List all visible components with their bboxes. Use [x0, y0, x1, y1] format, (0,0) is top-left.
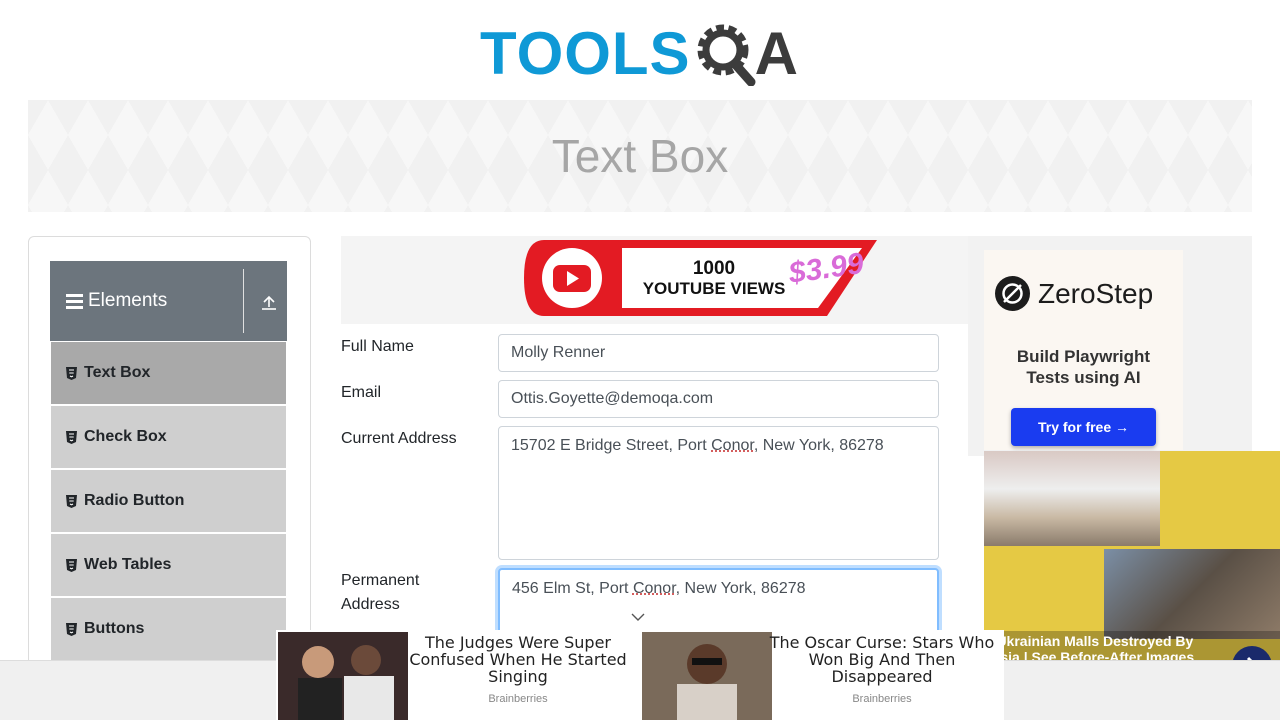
youtube-views-ad[interactable]: 1000 YOUTUBE VIEWS $3.99: [341, 236, 969, 324]
sidebar-item-label: Check Box: [84, 428, 167, 445]
try-for-free-button[interactable]: Try for free →: [1011, 408, 1156, 446]
zerostep-logo: ZeroStep: [995, 276, 1153, 311]
malls-ad[interactable]: g Ukrainian Malls Destroyed By ussia | S…: [984, 451, 1280, 665]
permanent-address-text-end: , New York, 86278: [675, 580, 806, 597]
logo-text-tools: TOOLS: [480, 20, 691, 87]
zerostep-card: ZeroStep Build Playwright Tests using AI…: [984, 250, 1183, 450]
zerostep-brand: ZeroStep: [1038, 277, 1154, 309]
email-label: Email: [341, 384, 382, 401]
elements-group-header[interactable]: Elements: [50, 261, 287, 341]
hamburger-icon: [66, 293, 83, 309]
bottom-ad-source-2: Brainberries: [852, 693, 912, 705]
permanent-address-label: Permanent Address: [341, 569, 419, 617]
full-name-label: Full Name: [341, 338, 414, 355]
sidebar-item-check-box[interactable]: Check Box: [51, 406, 286, 468]
zerostep-tagline: Build Playwright Tests using AI: [984, 346, 1183, 388]
gear-magnifier-icon: [697, 24, 756, 86]
bottom-ad[interactable]: The Judges Were Super Confused When He S…: [276, 630, 1004, 720]
header-divider: [243, 269, 244, 333]
youtube-views-ad-graphic: 1000 YOUTUBE VIEWS $3.99: [524, 240, 877, 316]
page: TOOLS A Text Box Elements Text Box Check…: [0, 0, 1280, 720]
yt-ad-line2: YOUTUBE VIEWS: [643, 279, 786, 298]
permanent-address-label-line2: Address: [341, 596, 400, 613]
sidebar-item-text-box[interactable]: Text Box: [51, 342, 286, 404]
page-title: Text Box: [551, 130, 729, 182]
left-sidebar: Elements Text Box Check Box Radio Button…: [28, 236, 311, 720]
permanent-address-label-line1: Permanent: [341, 572, 420, 589]
group-title: Elements: [88, 290, 168, 311]
sidebar-item-buttons[interactable]: Buttons: [51, 598, 286, 660]
html5-icon: [66, 558, 77, 572]
mall-after-image: [1104, 549, 1280, 639]
sidebar-item-label: Buttons: [84, 620, 145, 637]
oscar-ad-image: [642, 632, 772, 720]
html5-icon: [66, 430, 77, 444]
zerostep-tagline-line2: Tests using AI: [1026, 368, 1141, 387]
zerostep-ad[interactable]: ZeroStep Build Playwright Tests using AI…: [968, 236, 1252, 456]
judges-ad-image: [278, 632, 408, 720]
chevron-down-icon[interactable]: [631, 612, 645, 622]
current-address-text-end: , New York, 86278: [753, 437, 884, 454]
html5-icon: [66, 366, 77, 380]
zerostep-logo-icon: [995, 276, 1030, 311]
zerostep-tagline-line1: Build Playwright: [1016, 347, 1151, 366]
email-input[interactable]: Ottis.Goyette@demoqa.com: [498, 380, 939, 418]
html5-icon: [66, 622, 77, 636]
full-name-input[interactable]: Molly Renner: [498, 334, 939, 372]
sidebar-item-label: Radio Button: [84, 492, 185, 509]
sidebar-item-web-tables[interactable]: Web Tables: [51, 534, 286, 596]
spellcheck-word: Conor: [632, 580, 676, 597]
yt-ad-line1: 1000: [693, 258, 735, 279]
permanent-address-text-start: 456 Elm St, Port: [512, 580, 633, 597]
bottom-ad-title-2[interactable]: The Oscar Curse: Stars Who Won Big And T…: [766, 634, 998, 685]
page-banner: Text Box: [28, 100, 1252, 212]
current-address-text-start: 15702 E Bridge Street, Port: [511, 437, 712, 454]
sidebar-item-label: Text Box: [84, 364, 151, 381]
current-address-label: Current Address: [341, 430, 457, 447]
toolsqa-logo[interactable]: TOOLS A: [480, 14, 805, 94]
sidebar-item-radio-button[interactable]: Radio Button: [51, 470, 286, 532]
mall-before-image: [984, 451, 1160, 546]
bottom-ad-source-1: Brainberries: [488, 693, 548, 705]
spellcheck-word: Conor: [711, 437, 754, 454]
bottom-ad-title-1[interactable]: The Judges Were Super Confused When He S…: [402, 634, 634, 685]
collapse-arrow-icon[interactable]: [261, 294, 277, 310]
logo-text-a: A: [754, 20, 798, 87]
html5-icon: [66, 494, 77, 508]
current-address-textarea[interactable]: 15702 E Bridge Street, Port Conor, New Y…: [498, 426, 939, 560]
sidebar-item-label: Web Tables: [84, 556, 172, 573]
